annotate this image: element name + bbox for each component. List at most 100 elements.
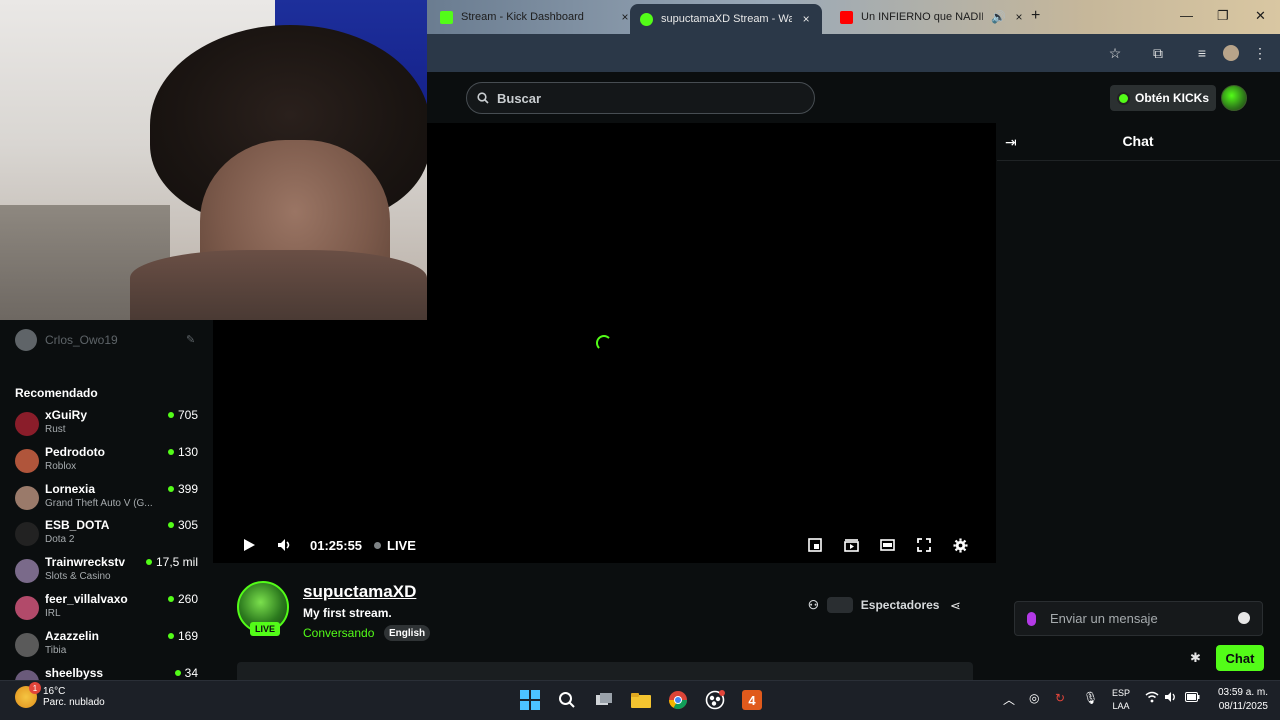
restore-window-icon[interactable]: ❐ <box>1217 8 1229 24</box>
fullscreen-button[interactable] <box>917 536 931 554</box>
recommended-channel-item[interactable]: ESB_DOTA Dota 2 305 <box>15 518 200 550</box>
profile-avatar-icon[interactable] <box>1223 45 1239 61</box>
app-four-icon[interactable]: 4 <box>741 689 763 711</box>
chat-title: Chat <box>1122 133 1154 149</box>
new-tab-button[interactable]: + <box>1031 7 1040 25</box>
theater-mode-button[interactable] <box>880 536 895 554</box>
collapse-chat-icon[interactable]: ⇥ <box>1005 134 1017 151</box>
channel-name: xGuiRy <box>45 408 88 422</box>
language-tag[interactable]: English <box>384 625 431 641</box>
volume-icon <box>278 539 290 551</box>
viewer-count-value: 17,5 mil <box>155 555 198 569</box>
weather-widget[interactable]: 1 16°C Parc. nublado <box>15 682 105 708</box>
file-explorer-icon[interactable] <box>630 689 652 711</box>
channel-category: Dota 2 <box>45 534 75 545</box>
tab-youtube[interactable]: Un INFIERNO que NADIE C 🔊 × <box>830 4 1035 30</box>
recommended-channel-item[interactable]: Lornexia Grand Theft Auto V (G... 399 <box>15 482 200 514</box>
recommended-channel-item[interactable]: Pedrodoto Roblox 130 <box>15 445 200 477</box>
channel-name: feer_villalvaxo <box>45 592 128 606</box>
tab-stream-watch[interactable]: supuctamaXD Stream - Watch × <box>630 4 822 34</box>
chat-message-placeholder: Enviar un mensaje <box>1050 611 1158 626</box>
theater-mode-icon <box>880 539 895 551</box>
close-tab-icon[interactable]: × <box>1013 10 1025 24</box>
browser-menu-icon[interactable]: ⋮ <box>1251 44 1269 62</box>
obs-studio-icon[interactable] <box>704 689 726 711</box>
media-controls-icon[interactable]: ≡ <box>1193 44 1211 62</box>
taskbar-search-icon[interactable] <box>556 689 578 711</box>
miniplayer-button[interactable] <box>808 536 822 554</box>
channel-name: Trainwreckstv <box>45 555 126 569</box>
recommended-channel-item[interactable]: feer_villalvaxo IRL 260 <box>15 592 200 624</box>
streamer-name-link[interactable]: supuctamaXD <box>303 582 416 602</box>
extensions-icon[interactable]: ⧉ <box>1149 44 1167 62</box>
followed-channel-item[interactable]: Crlos_Owo19 <box>15 329 118 351</box>
close-window-icon[interactable]: ✕ <box>1255 8 1266 24</box>
sync-icon[interactable]: ↻ <box>1055 691 1065 705</box>
loading-spinner-icon <box>596 335 612 351</box>
clip-button[interactable] <box>844 536 859 554</box>
get-kicks-button[interactable]: Obtén KICKs <box>1110 85 1217 111</box>
emoji-picker-icon[interactable] <box>1238 612 1250 624</box>
share-icon[interactable]: ⋖ <box>950 598 961 614</box>
windows-start-icon[interactable] <box>519 689 541 711</box>
live-dot-icon <box>167 522 174 528</box>
play-button[interactable] <box>242 536 256 554</box>
channel-name: Azazzelin <box>45 629 100 643</box>
minimize-window-icon[interactable]: — <box>1180 8 1193 23</box>
wifi-icon[interactable] <box>1145 691 1159 706</box>
webcam-overlay <box>0 0 427 320</box>
avatar <box>15 449 39 473</box>
recommended-channel-item[interactable]: xGuiRy Rust 705 <box>15 408 200 440</box>
close-tab-icon[interactable]: × <box>800 12 812 26</box>
show-hidden-icons[interactable]: ︿ <box>1003 691 1015 708</box>
clip-icon <box>844 539 859 552</box>
channel-category: Rust <box>45 424 66 435</box>
tab-title: supuctamaXD Stream - Watch <box>661 13 793 25</box>
recommended-channel-item[interactable]: Azazzelin Tibia 169 <box>15 629 200 661</box>
channel-name: ESB_DOTA <box>45 518 110 532</box>
language-line-1: ESP <box>1111 688 1130 698</box>
user-avatar[interactable] <box>1221 85 1247 111</box>
microphone-tray-icon[interactable]: 🎙 <box>1083 691 1098 705</box>
send-chat-button[interactable]: Chat <box>1216 645 1264 671</box>
avatar <box>15 596 39 620</box>
battery-icon[interactable] <box>1185 691 1200 705</box>
viewer-count: 169 <box>167 629 198 643</box>
viewer-count: 17,5 mil <box>145 555 198 569</box>
bookmark-star-icon[interactable]: ☆ <box>1106 44 1124 62</box>
tray-app-icon[interactable]: ◎ <box>1029 691 1039 705</box>
viewer-count: 34 <box>174 666 198 680</box>
microphone-icon[interactable] <box>1027 611 1036 626</box>
viewer-count: ⚇ Espectadores <box>808 597 939 613</box>
chat-settings-icon[interactable]: ✱ <box>1190 650 1201 666</box>
live-dot-icon <box>167 412 174 418</box>
weather-condition: Parc. nublado <box>43 697 105 708</box>
search-input[interactable]: Buscar <box>466 82 815 114</box>
tab-kick-dashboard[interactable]: Stream - Kick Dashboard × <box>430 4 641 30</box>
avatar <box>15 412 39 436</box>
channel-category: Grand Theft Auto V (G... <box>45 498 153 509</box>
audio-playing-icon[interactable]: 🔊 <box>991 10 1006 24</box>
input-language-indicator[interactable]: ESP LAA <box>1110 687 1132 713</box>
stream-category-link[interactable]: Conversando <box>303 626 374 640</box>
live-dot-icon <box>167 633 174 639</box>
speaker-icon[interactable] <box>1164 691 1178 706</box>
stream-tabs-bar <box>237 662 973 680</box>
weather-icon: 1 <box>15 682 41 708</box>
task-view-icon[interactable] <box>593 689 615 711</box>
viewer-count-value: 34 <box>184 666 198 680</box>
chat-message-input[interactable]: Enviar un mensaje <box>1014 601 1263 636</box>
viewers-icon: ⚇ <box>808 598 819 612</box>
live-indicator[interactable]: LIVE <box>374 536 416 554</box>
settings-button[interactable] <box>953 536 968 554</box>
volume-button[interactable] <box>277 536 293 554</box>
kicks-coin-icon <box>1117 91 1130 105</box>
channel-category: IRL <box>45 608 61 619</box>
system-clock[interactable]: 03:59 a. m. 08/11/2025 <box>1208 686 1268 714</box>
chrome-icon[interactable] <box>667 689 689 711</box>
viewer-count-value: 130 <box>177 445 198 459</box>
viewer-count: 260 <box>167 592 198 606</box>
avatar <box>15 559 39 583</box>
recommended-channel-item[interactable]: Trainwreckstv Slots & Casino 17,5 mil <box>15 555 200 587</box>
live-badge: LIVE <box>250 622 281 636</box>
